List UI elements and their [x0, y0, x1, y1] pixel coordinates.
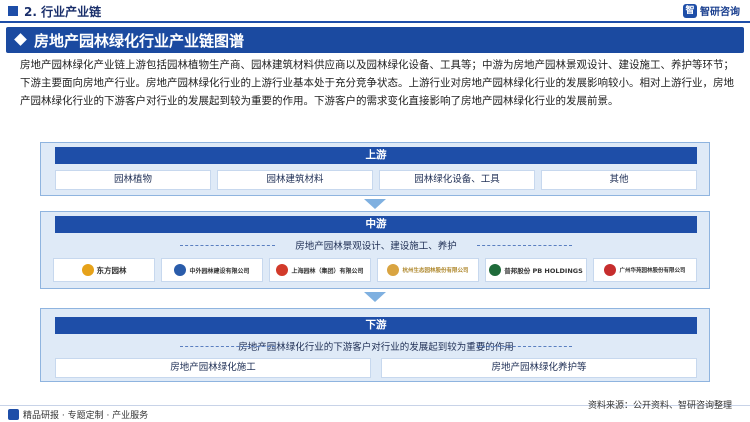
- company-name: 东方园林: [96, 265, 127, 275]
- brand-logo-icon: 智: [683, 3, 697, 18]
- company-logo: 东方园林: [53, 258, 155, 282]
- company-logo-icon: [489, 264, 502, 276]
- footer-tagline-text: 精品研报 · 专题定制 · 产业服务: [23, 411, 149, 421]
- midstream-subtitle: 房地产园林景观设计、建设施工、养护: [55, 238, 697, 252]
- diamond-icon: [14, 33, 27, 46]
- midstream-title: 中游: [55, 216, 697, 233]
- upstream-item: 其他: [541, 170, 697, 190]
- downstream-title: 下游: [55, 317, 697, 334]
- company-logo-icon: [604, 264, 617, 276]
- company-logo-icon: [81, 264, 94, 276]
- downstream-item: 房地产园林绿化施工: [55, 358, 371, 378]
- upstream-item: 园林建筑材料: [217, 170, 373, 190]
- arrow-down-icon: [364, 199, 386, 209]
- intro-paragraph: 房地产园林绿化产业链上游包括园林植物生产商、园林建筑材料供应商以及园林绿化设备、…: [20, 59, 734, 108]
- brand-icon: [8, 409, 19, 420]
- source-note: 资料来源：公开资料、智研咨询整理: [587, 401, 732, 411]
- brand-name: 智研咨询: [700, 7, 740, 18]
- company-logo: 中外园林建设有限公司: [161, 258, 263, 282]
- upstream-item: 园林植物: [55, 170, 211, 190]
- company-name: 普邦股份 PB HOLDINGS: [504, 267, 583, 275]
- company-name: 广州华苑园林股份有限公司: [619, 268, 686, 274]
- company-logo: 广州华苑园林股份有限公司: [593, 258, 697, 282]
- company-name: 中外园林建设有限公司: [189, 267, 250, 275]
- company-logo: 普邦股份 PB HOLDINGS: [485, 258, 587, 282]
- upstream-title: 上游: [55, 147, 697, 164]
- section-title: 2. 行业产业链: [24, 5, 102, 19]
- company-logo: 杭州生态园林股份有限公司: [377, 258, 479, 282]
- section-marker: [8, 6, 18, 16]
- company-logo-icon: [276, 264, 289, 276]
- company-name: 上海园林（集团）有限公司: [291, 267, 364, 275]
- top-header: 2. 行业产业链 智 智研咨询: [0, 0, 750, 23]
- header-divider: [0, 21, 750, 23]
- downstream-subtitle: 房地产园林绿化行业的下游客户对行业的发展起到较为重要的作用: [55, 339, 697, 353]
- downstream-panel: 下游 房地产园林绿化行业的下游客户对行业的发展起到较为重要的作用 房地产园林绿化…: [40, 308, 710, 382]
- company-logo: 上海园林（集团）有限公司: [269, 258, 371, 282]
- company-logo-icon: [387, 264, 400, 276]
- arrow-down-icon: [364, 292, 386, 302]
- page-title: 房地产园林绿化行业产业链图谱: [34, 32, 245, 50]
- footer-tagline: 精品研报 · 专题定制 · 产业服务: [8, 408, 148, 421]
- midstream-panel: 中游 房地产园林景观设计、建设施工、养护 东方园林 中外园林建设有限公司 上海园…: [40, 211, 710, 289]
- company-logo-icon: [174, 264, 187, 276]
- upstream-item: 园林绿化设备、工具: [379, 170, 535, 190]
- company-name: 杭州生态园林股份有限公司: [402, 268, 469, 274]
- downstream-item: 房地产园林绿化养护等: [381, 358, 697, 378]
- upstream-panel: 上游 园林植物 园林建筑材料 园林绿化设备、工具 其他: [40, 142, 710, 196]
- title-banner: 房地产园林绿化行业产业链图谱: [6, 27, 744, 53]
- brand-logo[interactable]: 智 智研咨询: [683, 3, 740, 18]
